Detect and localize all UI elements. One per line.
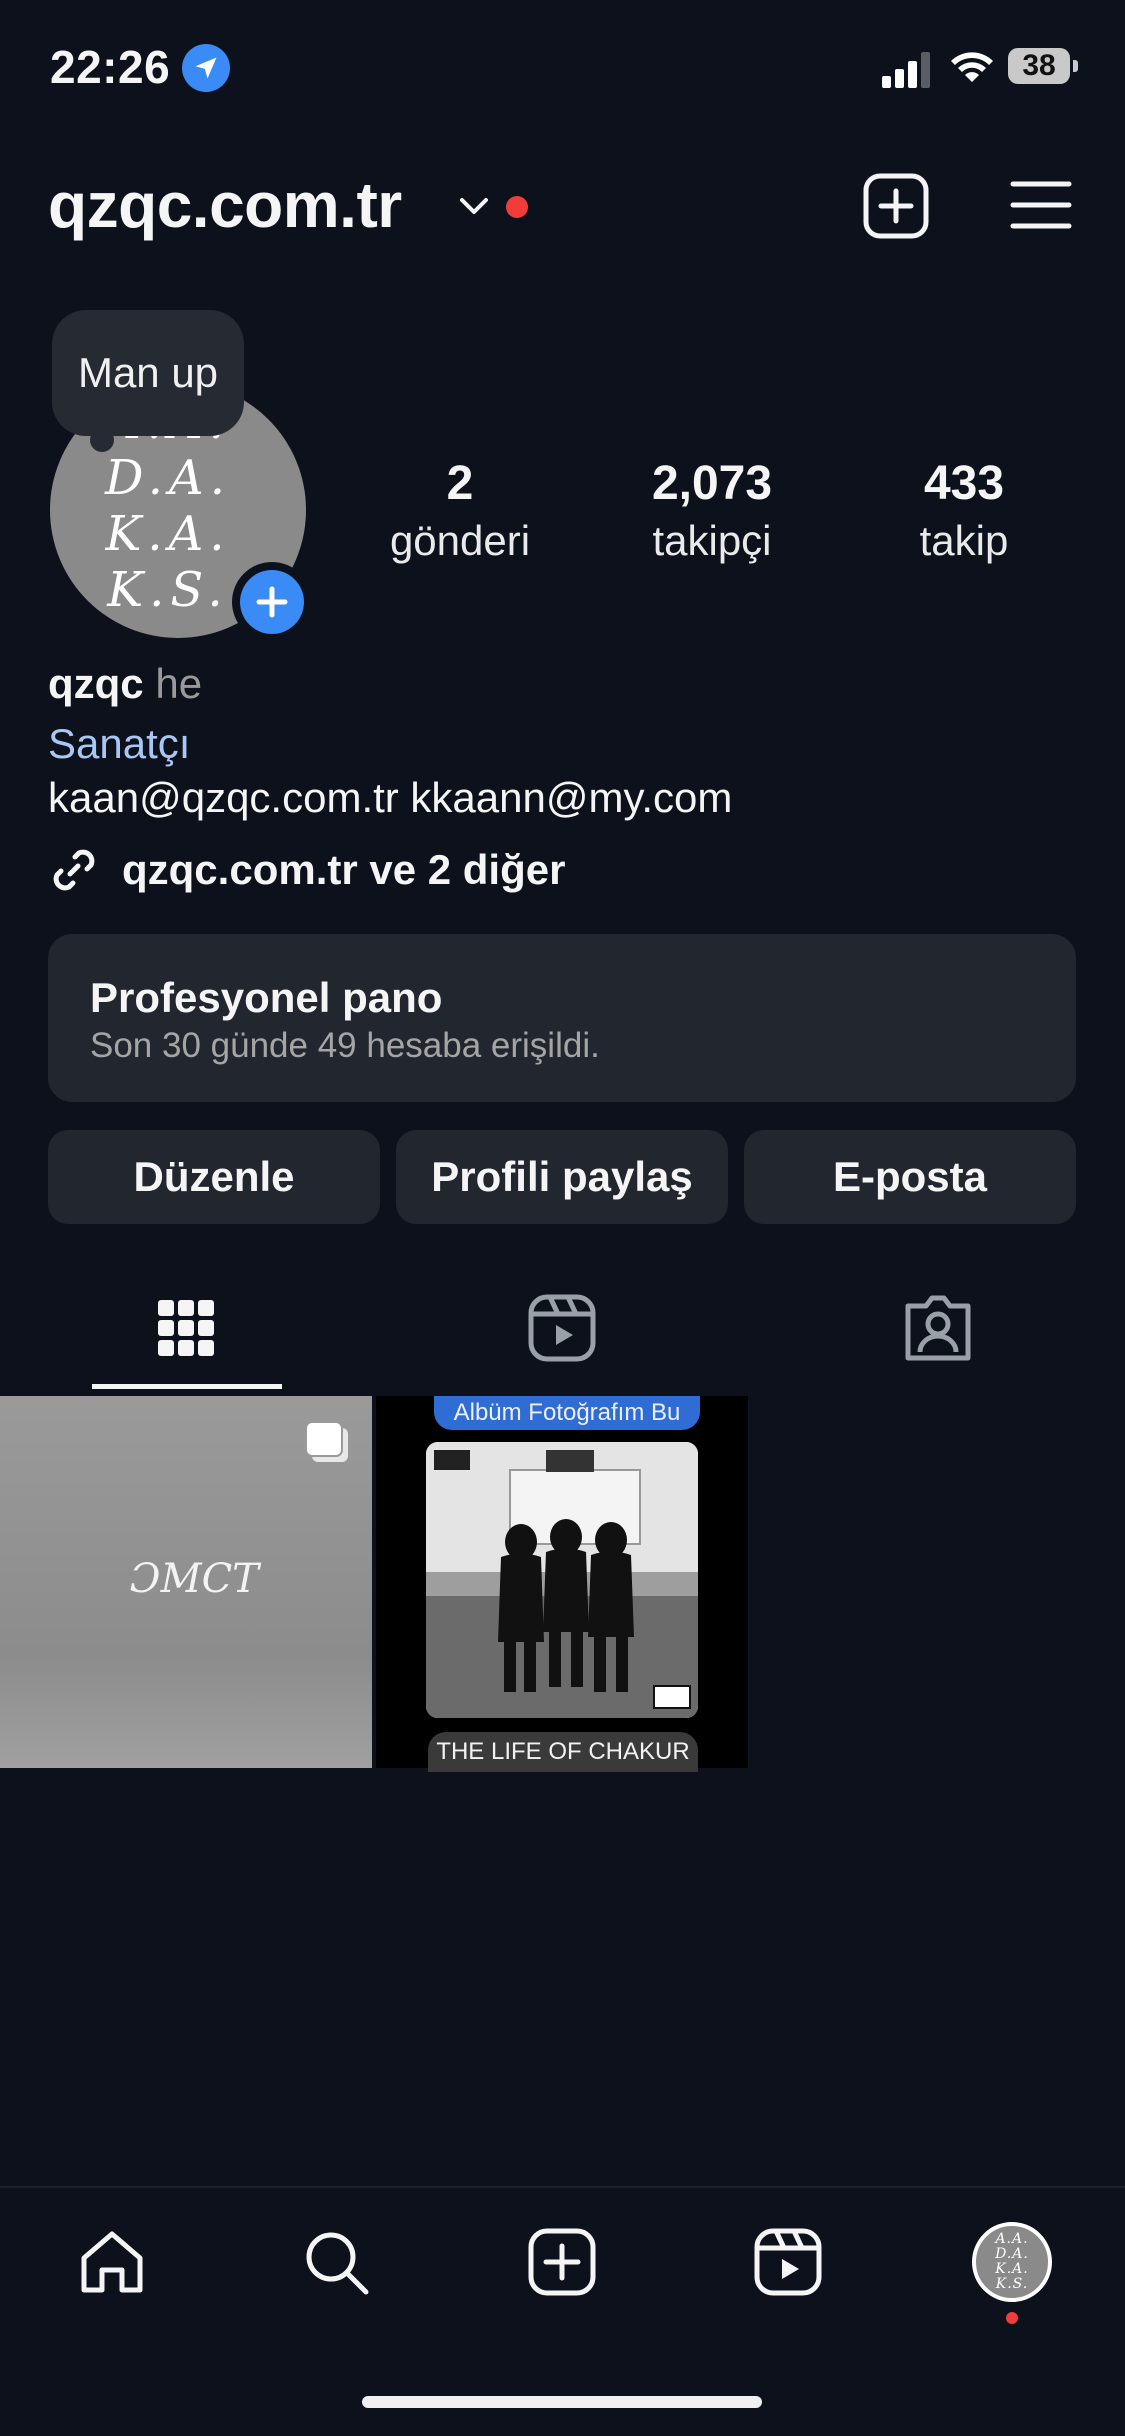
search-icon[interactable] [300,2226,372,2298]
add-story-button[interactable] [232,562,312,642]
profile-tab-avatar[interactable]: A.A. D.A. K.A. K.S. [972,2222,1052,2302]
profile-notification-dot [1006,2312,1018,2324]
location-arrow-icon [182,44,230,92]
carousel-icon [302,1420,352,1466]
tab-tagged-icon[interactable] [902,1292,974,1364]
email-button[interactable]: E-posta [744,1130,1076,1224]
stat-followers[interactable]: 2,073 takipçi [602,456,822,565]
professional-dashboard-title: Profesyonel pano [90,974,443,1021]
stat-followers-count: 2,073 [651,457,773,510]
cellular-signal-icon [880,50,936,90]
home-icon[interactable] [76,2226,148,2298]
profile-tab-avatar-lettering: A.A. D.A. K.A. K.S. [995,2231,1029,2292]
stat-posts-count: 2 [446,457,474,510]
create-post-icon[interactable] [862,172,930,240]
bio-links[interactable]: qzqc.com.tr ve 2 diğer [48,844,565,896]
notification-dot [506,196,528,218]
bio-text: kaan@qzqc.com.tr kkaann@my.com [48,774,733,821]
plus-icon [240,570,304,634]
tab-bar-divider [0,2186,1125,2188]
pronoun: he [155,660,203,707]
stat-posts-label: gönderi [389,517,531,564]
display-name: qzqc [48,660,144,707]
battery-icon: 38 [1008,48,1078,88]
battery-level: 38 [1008,48,1070,84]
post-caption-bottom: THE LIFE OF CHAKUR [428,1732,698,1772]
stat-following-label: takip [919,517,1009,564]
tab-grid-icon[interactable] [150,1292,222,1364]
bio-link-text: qzqc.com.tr ve 2 diğer [122,846,566,893]
stat-followers-label: takipçi [652,517,772,564]
post-caption-top: Albüm Fotoğrafım Bu [434,1396,700,1430]
status-time: 22:26 [50,41,171,93]
post-thumbnail-1[interactable]: ƆMCT [0,1396,372,1768]
stat-following[interactable]: 433 takip [854,456,1074,565]
active-tab-indicator [92,1384,282,1389]
link-icon [53,849,95,891]
home-indicator[interactable] [362,2396,762,2408]
hamburger-menu-icon[interactable] [1010,180,1072,230]
profile-name: qzqc he [48,660,202,708]
tab-reels-icon[interactable] [526,1292,598,1364]
wifi-icon [946,46,998,86]
stat-posts[interactable]: 2 gönderi [350,456,570,565]
post-thumbnail-2[interactable]: Albüm Fotoğrafım Bu THE LIFE OF CHAKUR [376,1396,748,1772]
album-cover-image [426,1442,698,1718]
chevron-down-icon[interactable] [456,192,492,220]
create-icon[interactable] [526,2226,598,2298]
reels-icon[interactable] [752,2226,824,2298]
profile-category[interactable]: Sanatçı [48,720,190,768]
edit-profile-button[interactable]: Düzenle [48,1130,380,1224]
post-signature: ƆMCT [130,1556,259,1602]
stat-following-count: 433 [923,457,1005,510]
share-profile-button[interactable]: Profili paylaş [396,1130,728,1224]
account-switcher-username[interactable]: qzqc.com.tr [48,168,402,242]
profile-note[interactable]: Man up [52,310,244,436]
professional-dashboard[interactable]: Profesyonel pano Son 30 günde 49 hesaba … [48,934,1076,1102]
professional-dashboard-subtitle: Son 30 günde 49 hesaba erişildi. [90,1026,600,1065]
